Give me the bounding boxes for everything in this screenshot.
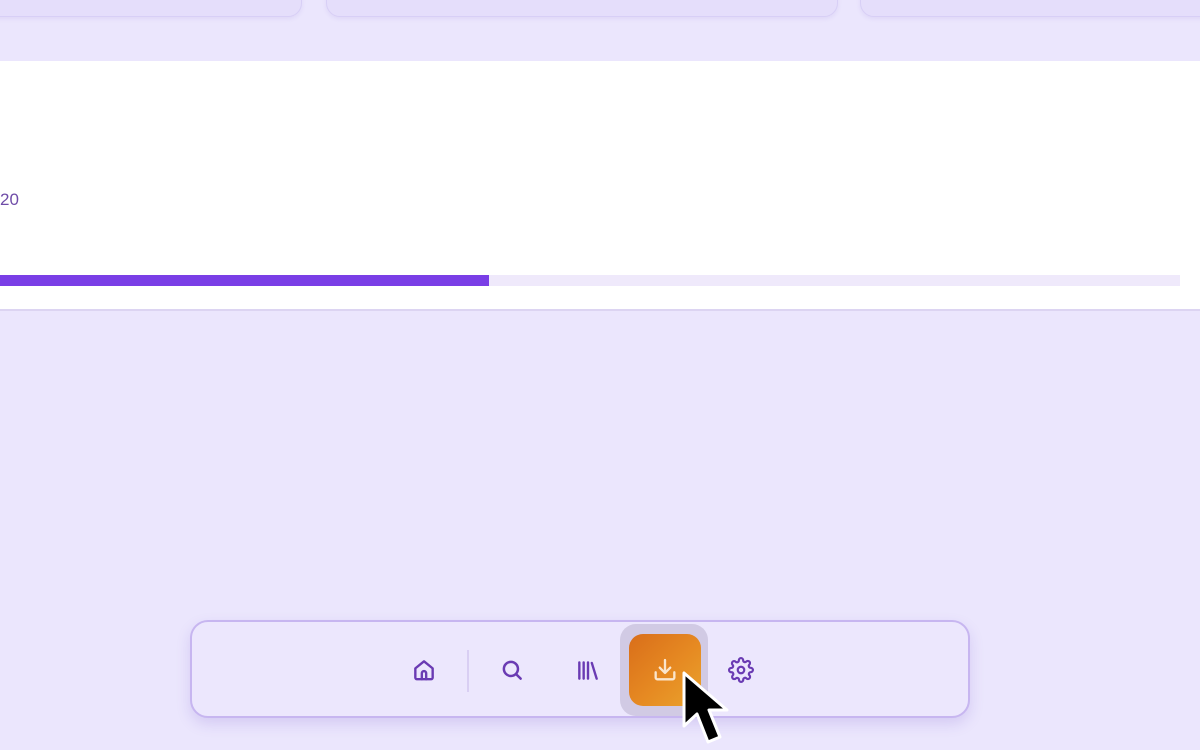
search-icon [502,660,522,680]
library-icon [578,661,598,680]
panel-text: 20 [0,190,19,209]
content-panel: 20 [0,61,1200,311]
settings-button[interactable] [719,648,763,692]
top-card[interactable] [0,0,302,17]
search-button[interactable] [490,648,534,692]
downloads-button[interactable] [629,634,701,706]
bottom-dock [190,620,970,718]
progress-fill [0,275,489,286]
gear-icon [728,657,754,683]
app-window: 20 [0,0,1200,750]
top-card[interactable] [326,0,838,17]
library-button[interactable] [566,648,610,692]
dock-divider [467,650,469,692]
home-icon [414,660,434,681]
progress-bar [0,275,1180,286]
top-card[interactable] [860,0,1200,17]
download-icon [654,658,676,681]
home-button[interactable] [402,648,446,692]
